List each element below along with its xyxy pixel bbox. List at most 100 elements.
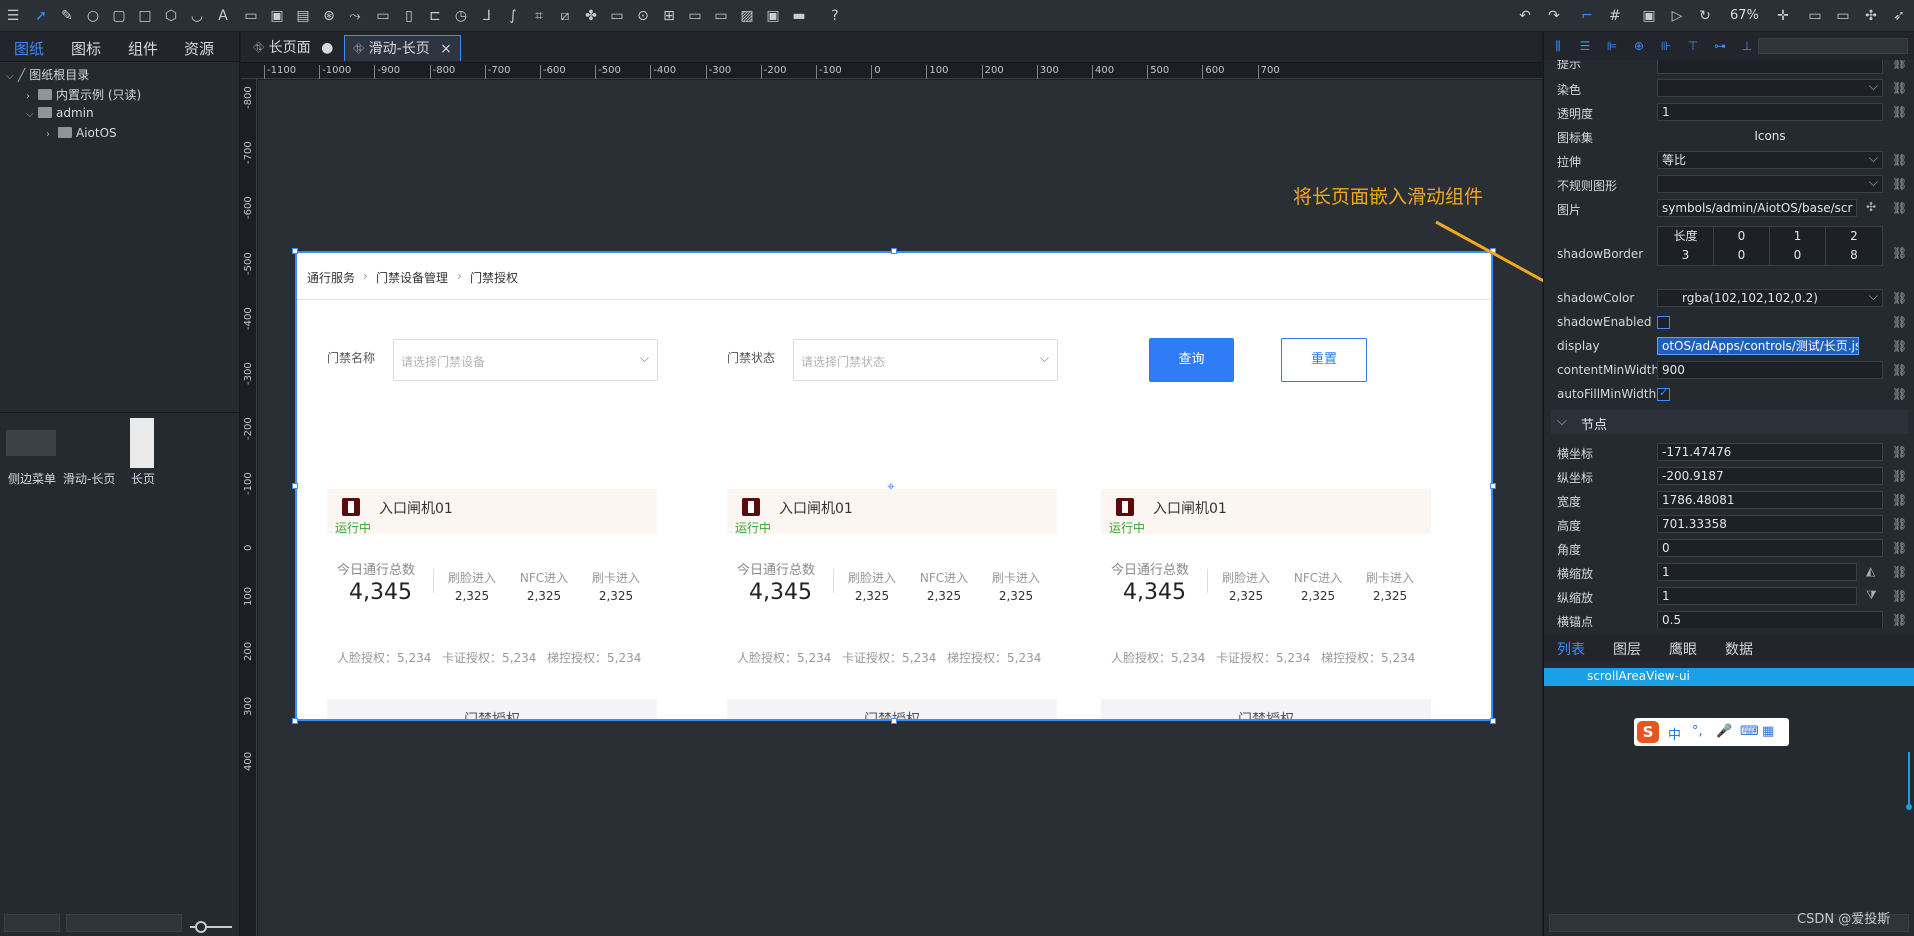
- align-distribute-v-icon[interactable]: ☰: [1577, 38, 1593, 54]
- fit-icon[interactable]: ✛: [1774, 7, 1792, 25]
- link-icon[interactable]: ⛓: [1892, 81, 1907, 95]
- thumb-long-page[interactable]: [130, 418, 154, 468]
- anchor-x-input[interactable]: 0.5: [1657, 611, 1883, 628]
- align-search[interactable]: [1758, 38, 1908, 54]
- breadcrumb-item[interactable]: 门禁设备管理: [376, 269, 448, 286]
- iconset-value[interactable]: Icons: [1657, 129, 1883, 143]
- opacity-input[interactable]: 1: [1657, 103, 1883, 121]
- size-slider-handle[interactable]: [195, 921, 207, 933]
- button-tool-icon[interactable]: ▭: [374, 7, 392, 25]
- doc-tab-scroll-long-page[interactable]: ⛗ 滑动-长页 ×: [344, 35, 461, 61]
- help-icon[interactable]: ?: [826, 7, 844, 25]
- width-input[interactable]: 1786.48081: [1657, 491, 1883, 509]
- link-icon[interactable]: ⛓: [1892, 493, 1907, 507]
- link-icon[interactable]: ⛓: [1892, 469, 1907, 483]
- grid-table-icon[interactable]: ⊞: [660, 7, 678, 25]
- link-icon[interactable]: ⛓: [1892, 291, 1907, 305]
- left-bottom-field[interactable]: [4, 914, 60, 932]
- pen-icon[interactable]: ✎: [58, 7, 76, 25]
- thumb-side-menu[interactable]: [6, 430, 56, 456]
- scroll-area-artboard[interactable]: 通行服务 › 门禁设备管理 › 门禁授权 门禁名称 请选择门禁设备 ⌵ 门禁状态…: [295, 251, 1493, 721]
- angle-input[interactable]: 0: [1657, 539, 1883, 557]
- scale-x-input[interactable]: 1: [1657, 563, 1857, 581]
- link-icon[interactable]: ⛓: [1892, 589, 1907, 603]
- tab-list[interactable]: 列表: [1557, 639, 1585, 659]
- slash-chart-icon[interactable]: ⧄: [556, 7, 574, 25]
- chevron-down-icon[interactable]: ⌵: [6, 71, 18, 82]
- tab-data[interactable]: 数据: [1725, 639, 1753, 659]
- breadcrumb-item[interactable]: 通行服务: [307, 269, 355, 286]
- move-icon[interactable]: ✣: [1866, 200, 1876, 214]
- menu-icon[interactable]: ☰: [4, 7, 22, 25]
- tint-select[interactable]: [1657, 79, 1883, 97]
- tree-item-aiotos[interactable]: › AiotOS: [46, 126, 117, 140]
- zoom-level[interactable]: 67%: [1730, 8, 1759, 23]
- screen-icon[interactable]: ▭: [242, 7, 260, 25]
- auto-fill-checkbox[interactable]: [1657, 386, 1670, 401]
- window-icon[interactable]: ▭: [686, 7, 704, 25]
- align-right-icon[interactable]: ⊪: [1658, 38, 1674, 54]
- align-middle-icon[interactable]: ⊶: [1712, 38, 1728, 54]
- fan-icon[interactable]: ✤: [582, 7, 600, 25]
- prop-input[interactable]: [1657, 60, 1883, 74]
- chevron-right-icon[interactable]: ›: [46, 129, 58, 140]
- undo-icon[interactable]: ↶: [1516, 7, 1534, 25]
- tree-root[interactable]: ⌵ ╱ 图纸根目录: [6, 66, 89, 83]
- container-icon[interactable]: ▤: [294, 7, 312, 25]
- card-footer-button[interactable]: 门禁授权: [1101, 699, 1431, 719]
- link-icon[interactable]: ⛓: [1892, 445, 1907, 459]
- chart-icon[interactable]: ⌗: [530, 7, 548, 25]
- progress-icon[interactable]: ▭: [712, 7, 730, 25]
- panel-left-icon[interactable]: ▭: [1806, 7, 1824, 25]
- select-pointer-icon[interactable]: ➚: [32, 7, 50, 25]
- doc-tab-long-page[interactable]: ⛗ 长页面 ●: [245, 35, 341, 61]
- tab-layers[interactable]: 图层: [1613, 639, 1641, 659]
- flow-icon[interactable]: ∫: [504, 7, 522, 25]
- display-input[interactable]: otOS/adApps/controls/测试/长页.json: [1657, 337, 1859, 355]
- rounded-rect-icon[interactable]: ▢: [110, 7, 128, 25]
- toggle-icon[interactable]: ⊙: [634, 7, 652, 25]
- rect-icon[interactable]: □: [136, 7, 154, 25]
- vertical-slider[interactable]: [1906, 752, 1912, 812]
- tab-components[interactable]: 组件: [128, 38, 158, 59]
- link-icon[interactable]: ⛓: [1892, 387, 1907, 401]
- image-input[interactable]: symbols/admin/AiotOS/base/scr: [1657, 199, 1857, 217]
- flip-h-icon[interactable]: ◭: [1866, 564, 1875, 578]
- link-icon[interactable]: ⛓: [1892, 201, 1907, 215]
- link-icon[interactable]: ⛓: [1892, 315, 1907, 329]
- tab-icons[interactable]: 图标: [71, 38, 101, 59]
- step-line-icon[interactable]: ⅃: [478, 7, 496, 25]
- card-footer-button[interactable]: 门禁授权: [327, 699, 657, 719]
- ime-chinese-mode[interactable]: 中: [1668, 724, 1681, 743]
- ime-punctuation[interactable]: °,: [1692, 724, 1703, 739]
- link-icon[interactable]: ⛓: [1892, 339, 1907, 353]
- move-icon[interactable]: ✣: [1862, 7, 1880, 25]
- apps-icon[interactable]: ▦: [1762, 724, 1774, 739]
- resize-handle[interactable]: [1490, 483, 1496, 489]
- link-icon[interactable]: ⛓: [1892, 60, 1907, 70]
- redo-icon[interactable]: ↷: [1545, 7, 1563, 25]
- keyboard-icon[interactable]: ⌨: [1740, 724, 1759, 739]
- scale-y-input[interactable]: 1: [1657, 587, 1857, 605]
- tab-drawings[interactable]: 图纸: [14, 38, 44, 59]
- resize-handle[interactable]: [292, 483, 298, 489]
- resize-handle[interactable]: [292, 718, 298, 724]
- arc-icon[interactable]: ◡: [188, 7, 206, 25]
- align-top-icon[interactable]: ⊤: [1685, 38, 1701, 54]
- height-input[interactable]: 701.33358: [1657, 515, 1883, 533]
- align-left-icon[interactable]: ⊫: [1604, 38, 1620, 54]
- slider-tool-icon[interactable]: ▭: [608, 7, 626, 25]
- chevron-down-icon[interactable]: ⌵: [26, 109, 38, 120]
- microphone-icon[interactable]: 🎤: [1716, 724, 1732, 739]
- circle-icon[interactable]: ○: [84, 7, 102, 25]
- connector-icon[interactable]: ⤳: [346, 7, 364, 25]
- link-icon[interactable]: ⛓: [1892, 541, 1907, 555]
- link-icon[interactable]: ⛓: [1892, 517, 1907, 531]
- shadow-border-grid[interactable]: 长度 0 1 2 3 0 0 8: [1657, 226, 1883, 266]
- resize-handle[interactable]: [292, 248, 298, 254]
- resize-handle[interactable]: [1490, 718, 1496, 724]
- link-icon[interactable]: ⛓: [1892, 177, 1907, 191]
- document-icon[interactable]: ▯: [400, 7, 418, 25]
- irregular-select[interactable]: [1657, 175, 1883, 193]
- link-icon[interactable]: ⛓: [1892, 565, 1907, 579]
